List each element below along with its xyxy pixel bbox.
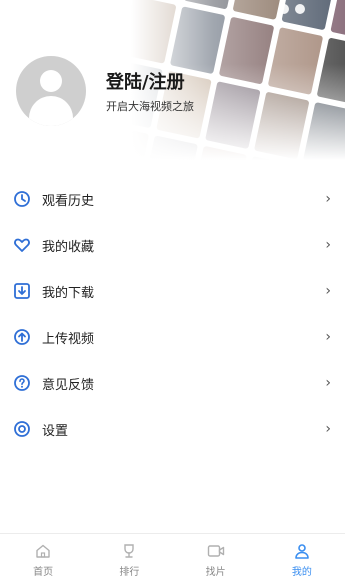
menu-label: 我的下载 (42, 285, 95, 301)
heart-icon (13, 236, 31, 254)
bottom-tab-bar: 首页 排行 找片 我的 (0, 533, 345, 585)
chevron-right-icon: › (325, 237, 331, 253)
avatar-body-shape (29, 96, 73, 126)
tab-label: 排行 (119, 566, 140, 578)
tab-label: 首页 (33, 566, 54, 578)
history-icon (13, 190, 31, 208)
tab-label: 我的 (291, 566, 312, 578)
menu-item-settings[interactable]: 设置 › (0, 406, 345, 452)
menu-label: 意见反馈 (42, 377, 95, 393)
chevron-right-icon: › (325, 191, 331, 207)
tab-mine[interactable]: 我的 (259, 534, 345, 585)
menu-label: 我的收藏 (42, 239, 95, 255)
menu-label: 设置 (42, 423, 69, 439)
tab-find-videos[interactable]: 找片 (173, 534, 259, 585)
wifi-icon (295, 4, 305, 14)
menu-label: 上传视频 (42, 331, 95, 347)
chevron-right-icon: › (325, 375, 331, 391)
upload-icon (13, 328, 31, 346)
question-icon (13, 374, 31, 392)
chevron-right-icon: › (325, 329, 331, 345)
menu-item-downloads[interactable]: 我的下载 › (0, 268, 345, 314)
menu-item-favorites[interactable]: 我的收藏 › (0, 222, 345, 268)
menu-item-history[interactable]: 观看历史 › (0, 176, 345, 222)
trophy-icon (121, 542, 137, 560)
menu-label: 观看历史 (42, 193, 95, 209)
tab-home[interactable]: 首页 (0, 534, 86, 585)
avatar[interactable] (16, 56, 86, 126)
welcome-subtitle: 开启大海视频之旅 (106, 100, 194, 113)
menu-item-upload[interactable]: 上传视频 › (0, 314, 345, 360)
download-icon (13, 282, 31, 300)
settings-icon (13, 420, 31, 438)
video-icon (207, 542, 225, 560)
signal-icon (279, 4, 289, 14)
user-icon (294, 542, 310, 560)
home-icon (35, 542, 51, 560)
login-register-link[interactable]: 登陆/注册 (106, 68, 185, 94)
tab-ranking[interactable]: 排行 (86, 534, 172, 585)
status-bar-icons (279, 4, 305, 14)
menu-item-feedback[interactable]: 意见反馈 › (0, 360, 345, 406)
tab-label: 找片 (205, 566, 226, 578)
chevron-right-icon: › (325, 421, 331, 437)
chevron-right-icon: › (325, 283, 331, 299)
menu-list: 观看历史 › 我的收藏 › 我的下载 › 上传视频 › 意见反馈 › 设置 › (0, 176, 345, 452)
avatar-head-shape (40, 70, 62, 92)
